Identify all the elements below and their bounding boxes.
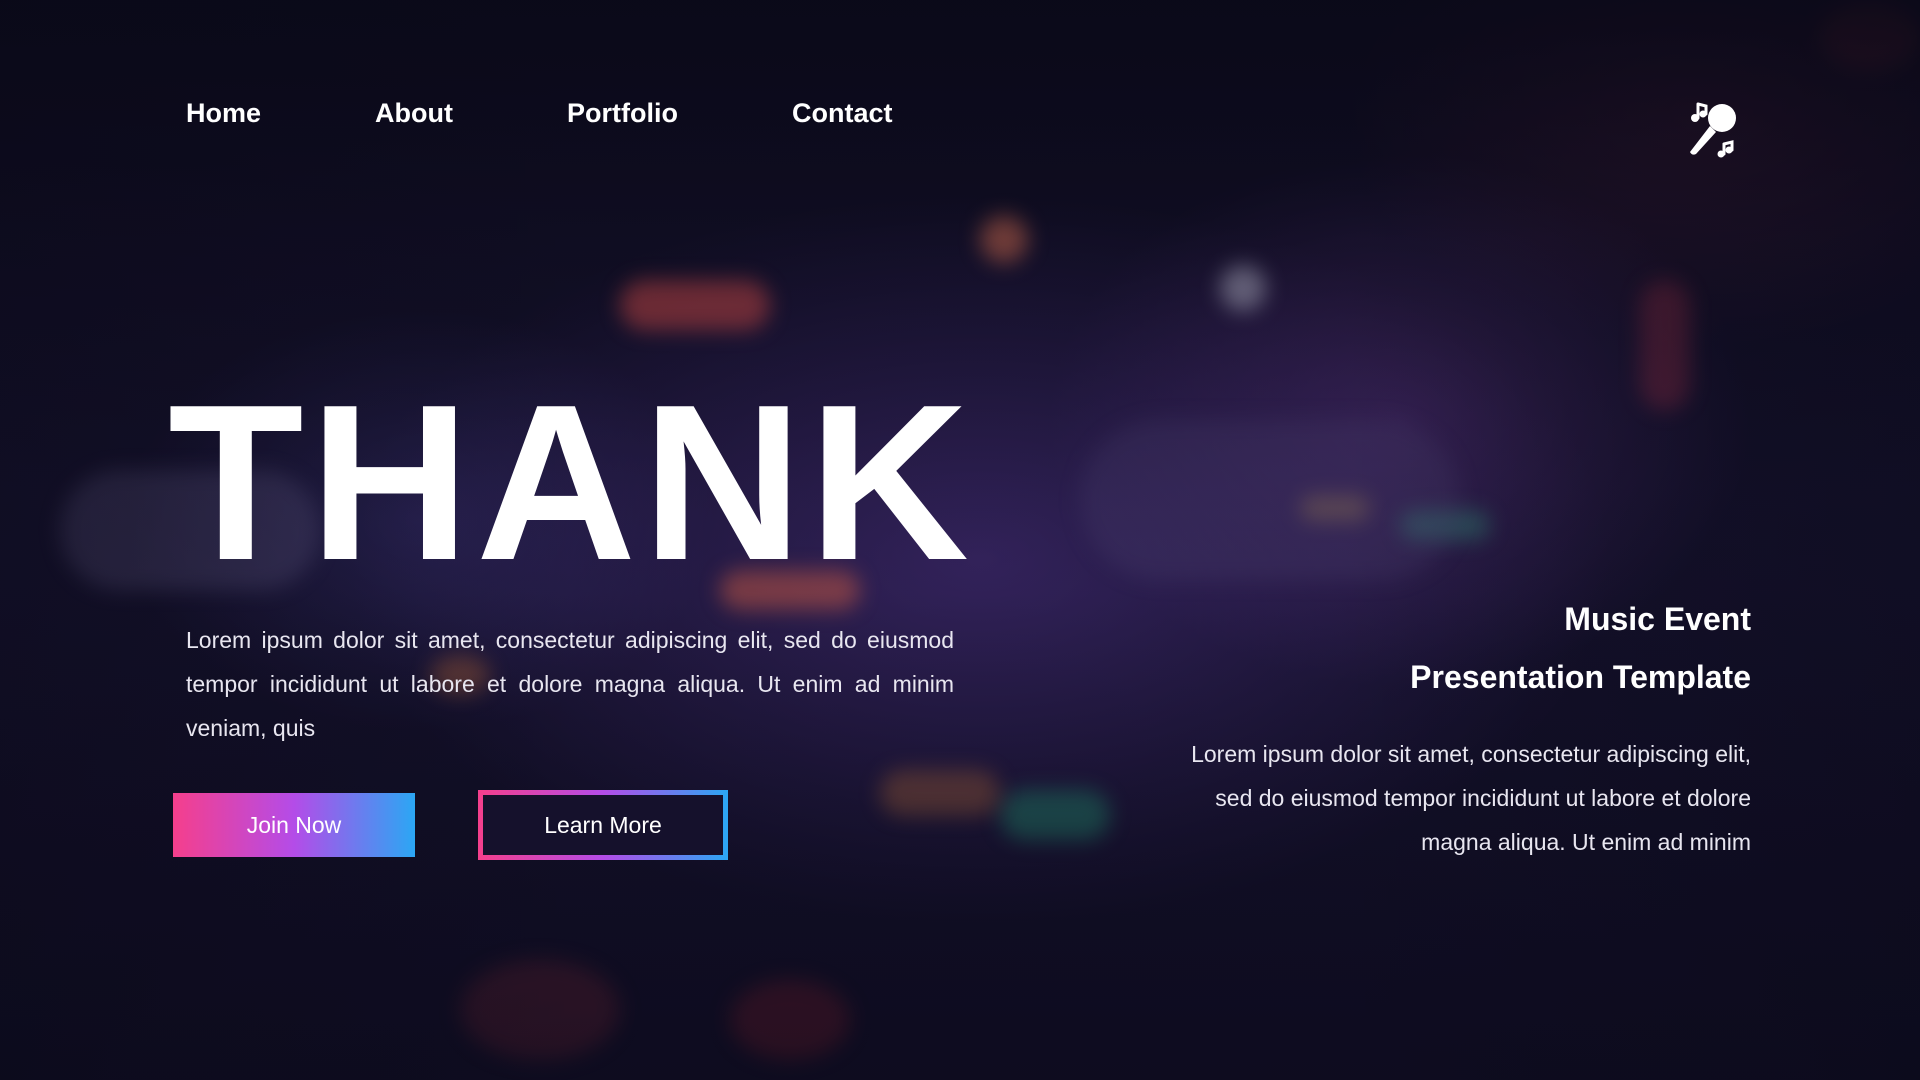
hero-description: Lorem ipsum dolor sit amet, consectetur … bbox=[186, 627, 954, 741]
main-nav: Home About Portfolio Contact bbox=[186, 98, 892, 129]
side-description: Lorem ipsum dolor sit amet, consectetur … bbox=[1191, 741, 1751, 855]
microphone-music-icon bbox=[1684, 98, 1744, 158]
slide: Home About Portfolio Contact THANK Lorem… bbox=[0, 0, 1920, 1080]
nav-item-home[interactable]: Home bbox=[186, 98, 261, 129]
side-title-line2: Presentation Template bbox=[1410, 659, 1751, 695]
hero-title: THANK bbox=[168, 359, 975, 607]
join-now-button[interactable]: Join Now bbox=[173, 793, 415, 857]
learn-more-button[interactable]: Learn More bbox=[478, 790, 728, 860]
side-title: Music Event Presentation Template bbox=[1151, 590, 1751, 706]
nav-item-contact[interactable]: Contact bbox=[792, 98, 893, 129]
nav-item-about[interactable]: About bbox=[375, 98, 453, 129]
learn-more-label: Learn More bbox=[483, 795, 723, 855]
nav-item-portfolio[interactable]: Portfolio bbox=[567, 98, 678, 129]
side-title-line1: Music Event bbox=[1564, 601, 1751, 637]
